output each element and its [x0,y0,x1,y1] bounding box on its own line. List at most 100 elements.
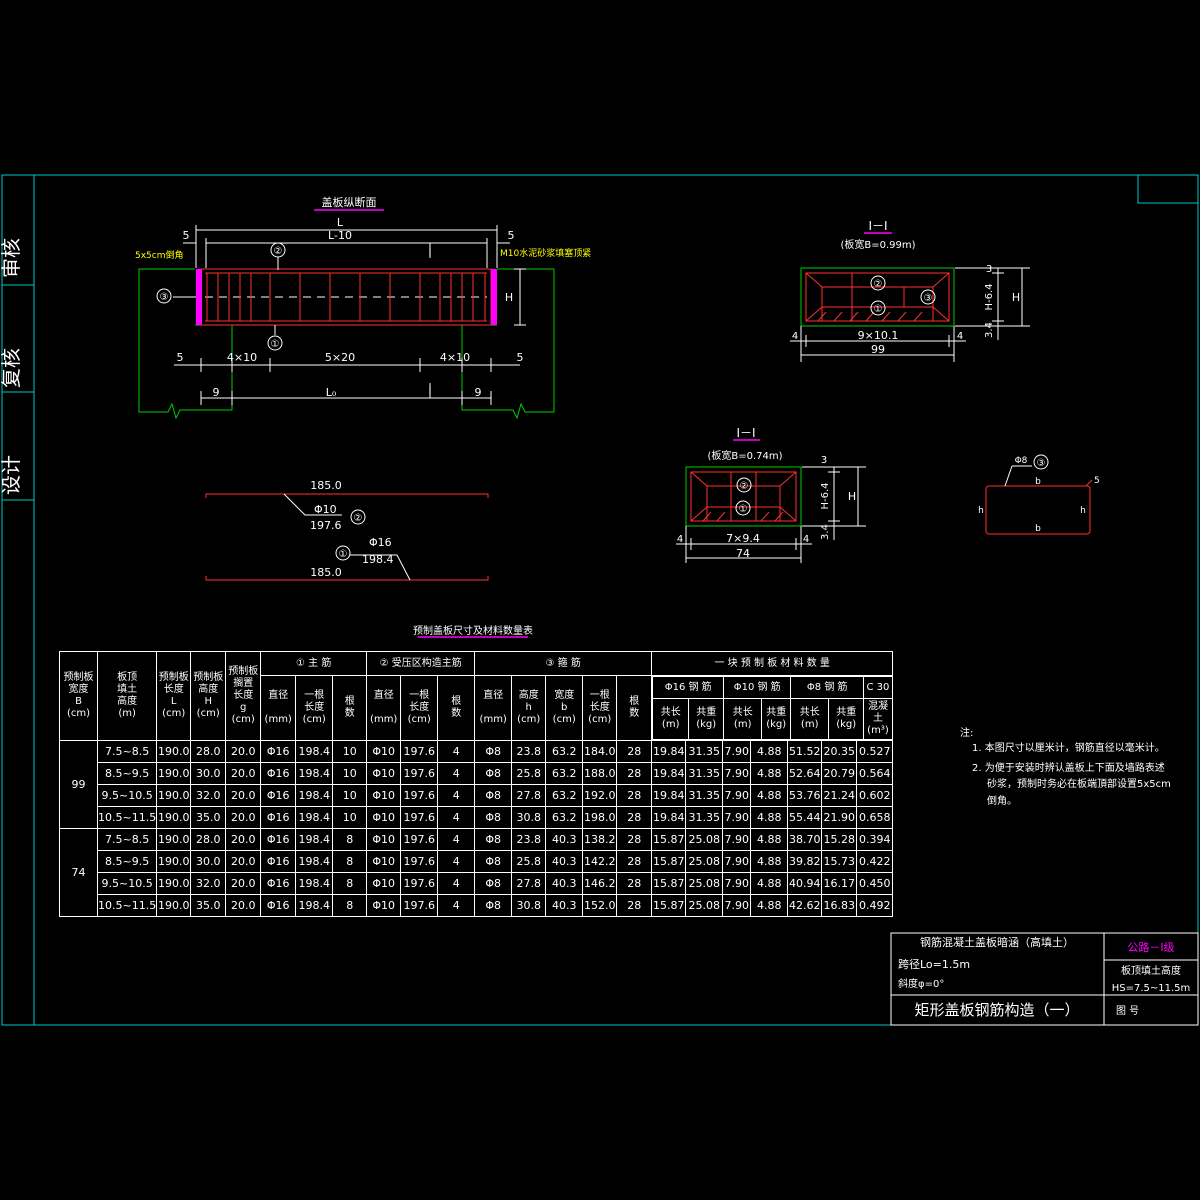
table-cell: 25.8 [511,762,547,785]
table-cell: 10.5~11.5 [96,894,158,917]
longitudinal-section: 盖板纵断面 L L-10 5 5 5x5cm倒角 M10水泥砂浆填塞顶紧 I H… [135,195,591,420]
table-cell: 16.17 [821,872,858,895]
table-cell: Φ8 [474,740,513,763]
th-comp-bar: ② 受压区构造主筋 [366,651,476,676]
table-cell: 10 [332,784,368,807]
table-header: 预制板 宽度 B (cm) 板顶 填土 高度 (m) 预制板 长度 L (cm) 预制板 高度 H (c… [59,651,894,741]
th-dia-3: 直径 (mm) [474,675,513,741]
table-cell: 30.0 [190,762,227,785]
table-cell: 25.08 [685,828,724,851]
dim-9b: 9 [475,386,482,399]
table-title: 预制盖板尺寸及材料数量表 [413,624,533,637]
table-cell: 23.8 [511,828,547,851]
table-cell: 7.5~8.5 [96,740,158,763]
table-cell: 190.0 [156,850,192,873]
table-cell: 53.76 [787,784,823,807]
table-cell: Φ10 [366,740,402,763]
table-cell: 20.0 [225,894,262,917]
table-cell: 15.28 [821,828,858,851]
table-cell: 10 [332,806,368,829]
dim-4x10a: 4×10 [227,351,257,364]
table-cell: 63.2 [545,806,584,829]
mortar-note: M10水泥砂浆填塞顶紧 [500,247,591,259]
table-cell: Φ10 [366,762,402,785]
table-cell: 197.6 [400,872,439,895]
table-cell: 42.62 [787,894,823,917]
sectionB-dim-7x94: 7×9.4 [726,532,760,545]
dim-L0: L₀ [326,386,337,399]
table-cell: 197.6 [400,894,439,917]
table-cell: 198.0 [582,806,618,829]
table-cell: 4.88 [750,850,789,873]
dim-left-5: 5 [183,229,190,242]
stirrup-b-top: b [1035,477,1041,487]
table-row: 9.5~10.5 190.0 32.0 20.0 Φ16 198.4 10 Φ10 197.6 4… [60,784,894,807]
callout-2: ② [274,246,283,257]
sectionA-dim-9x101: 9×10.1 [858,329,899,342]
table-cell: 35.0 [190,806,227,829]
table-cell: 198.4 [295,850,334,873]
dim-H: H [505,291,513,304]
table-cell: Φ8 [474,850,513,873]
section-b074: I－I (板宽B=0.74m) ② ① 3 H-6.4 3.4 H 4 7×9.… [676,426,866,563]
table-cell: 20.35 [821,740,858,763]
table-cell: 16.83 [821,894,858,917]
sectionB-dim-74: 74 [736,547,750,560]
table-cell: 4.88 [750,894,789,917]
table-cell: 32.0 [190,784,227,807]
table-cell: 190.0 [156,762,192,785]
table-cell: 8 [332,828,368,851]
table-cell: 40.3 [545,894,584,917]
tb-span: 跨径Lo=1.5m [898,958,970,971]
th-H: 预制板 高度 H (cm) [190,651,227,741]
th-count-2: 根数 [437,675,476,741]
sectionB-dim-3: 3 [821,455,827,466]
table-cell: 28 [616,828,653,851]
table-cell: 0.492 [856,894,894,917]
table-cell: 4.88 [750,762,789,785]
table-cell: 0.658 [856,806,894,829]
table-cell: 63.2 [545,740,584,763]
table-cell: 190.0 [156,828,192,851]
table-cell: 30.0 [190,850,227,873]
table-cell: 197.6 [400,828,439,851]
table-cell: 4 [437,894,476,917]
table-cell: 0.422 [856,850,894,873]
table-cell: 190.0 [156,784,192,807]
table-cell: Φ16 [260,806,297,829]
table-cell: 39.82 [787,850,823,873]
table-cell: 4.88 [750,872,789,895]
materials-table-wrap: 预制板 宽度 B (cm) 板顶 填土 高度 (m) 预制板 长度 L (cm) 预制板 高度 H (c… [59,651,894,917]
table-cell: 7.90 [722,740,752,763]
table-cell: 9.5~10.5 [96,784,158,807]
th-stirrup: ③ 箍 筋 [474,651,653,676]
th-g: 预制板 搁置 长度 g (cm) [225,651,262,741]
table-cell: 28 [616,784,653,807]
tb-road-class: 公路－Ⅰ级 [1127,941,1174,954]
th-fill: 板顶 填土 高度 (m) [96,651,158,741]
th-len16: 共长 (m) [652,698,690,740]
table-cell: 190.0 [156,806,192,829]
table-cell: Φ16 [260,740,297,763]
bar2-length-185: 185.0 [310,479,342,492]
materials-table: 预制板 宽度 B (cm) 板顶 填土 高度 (m) 预制板 长度 L (cm) 预制板 高度 H (c… [59,651,894,917]
table-row: 74 7.5~8.5 190.0 28.0 20.0 Φ16 198.4 8 Φ10 197.6 4… [59,828,894,917]
table-cell: 20.0 [225,784,262,807]
dim-9a: 9 [213,386,220,399]
table-body: 99 7.5~8.5 190.0 28.0 20.0 Φ16 198.4 10 Φ10 197.6… [59,740,894,917]
table-row: 8.5~9.5 190.0 30.0 20.0 Φ16 198.4 10 Φ10 197.6 4 Φ… [60,762,894,785]
th-main-bar: ① 主 筋 [260,651,368,676]
table-cell: 188.0 [582,762,618,785]
table-cell: 0.602 [856,784,894,807]
table-cell: 19.84 [651,762,687,785]
table-cell: Φ10 [366,828,402,851]
table-cell: 31.35 [685,784,724,807]
dim-5a: 5 [177,351,184,364]
table-cell: Φ8 [474,872,513,895]
th-concrete: 混凝土 (m³) [863,698,893,740]
bar-shapes: 185.0 185.0 Φ10 197.6 ② Φ16 198.4 ① [205,479,489,581]
table-cell: 146.2 [582,872,618,895]
bar1-length-185: 185.0 [310,566,342,579]
table-cell: 52.64 [787,762,823,785]
dim-5x20: 5×20 [325,351,355,364]
